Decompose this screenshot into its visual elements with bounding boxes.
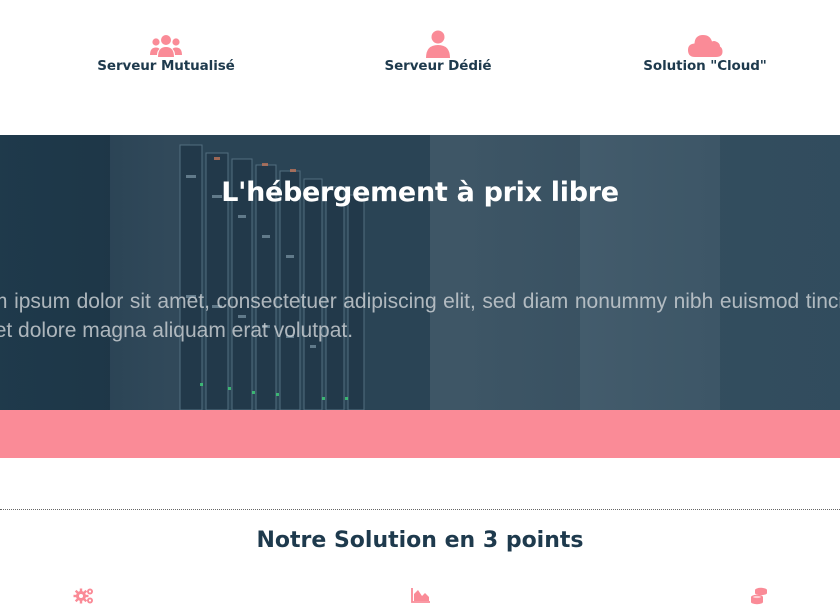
accent-band bbox=[0, 410, 840, 458]
users-icon bbox=[149, 28, 183, 58]
service-label: Solution "Cloud" bbox=[643, 58, 767, 74]
section-divider bbox=[0, 509, 840, 510]
service-shared-hosting[interactable]: Serveur Mutualisé bbox=[56, 28, 276, 74]
hero-banner: L'hébergement à prix libre Lorem ipsum d… bbox=[0, 135, 840, 410]
area-chart-icon bbox=[409, 587, 433, 606]
cloud-icon bbox=[687, 28, 723, 58]
coins-icon bbox=[747, 587, 771, 606]
service-cloud[interactable]: Solution "Cloud" bbox=[595, 28, 815, 74]
hero-text: Lorem ipsum dolor sit amet, consectetuer… bbox=[0, 290, 840, 342]
cogs-icon bbox=[72, 587, 96, 606]
user-icon bbox=[425, 28, 451, 58]
service-label: Serveur Dédié bbox=[384, 58, 492, 74]
section-title: Notre Solution en 3 points bbox=[256, 528, 584, 553]
services-row: Serveur Mutualisé Serveur Dédié Solution… bbox=[0, 0, 840, 135]
service-dedicated-server[interactable]: Serveur Dédié bbox=[328, 28, 548, 74]
service-label: Serveur Mutualisé bbox=[97, 58, 235, 74]
hero-title: L'hébergement à prix libre bbox=[221, 177, 619, 208]
